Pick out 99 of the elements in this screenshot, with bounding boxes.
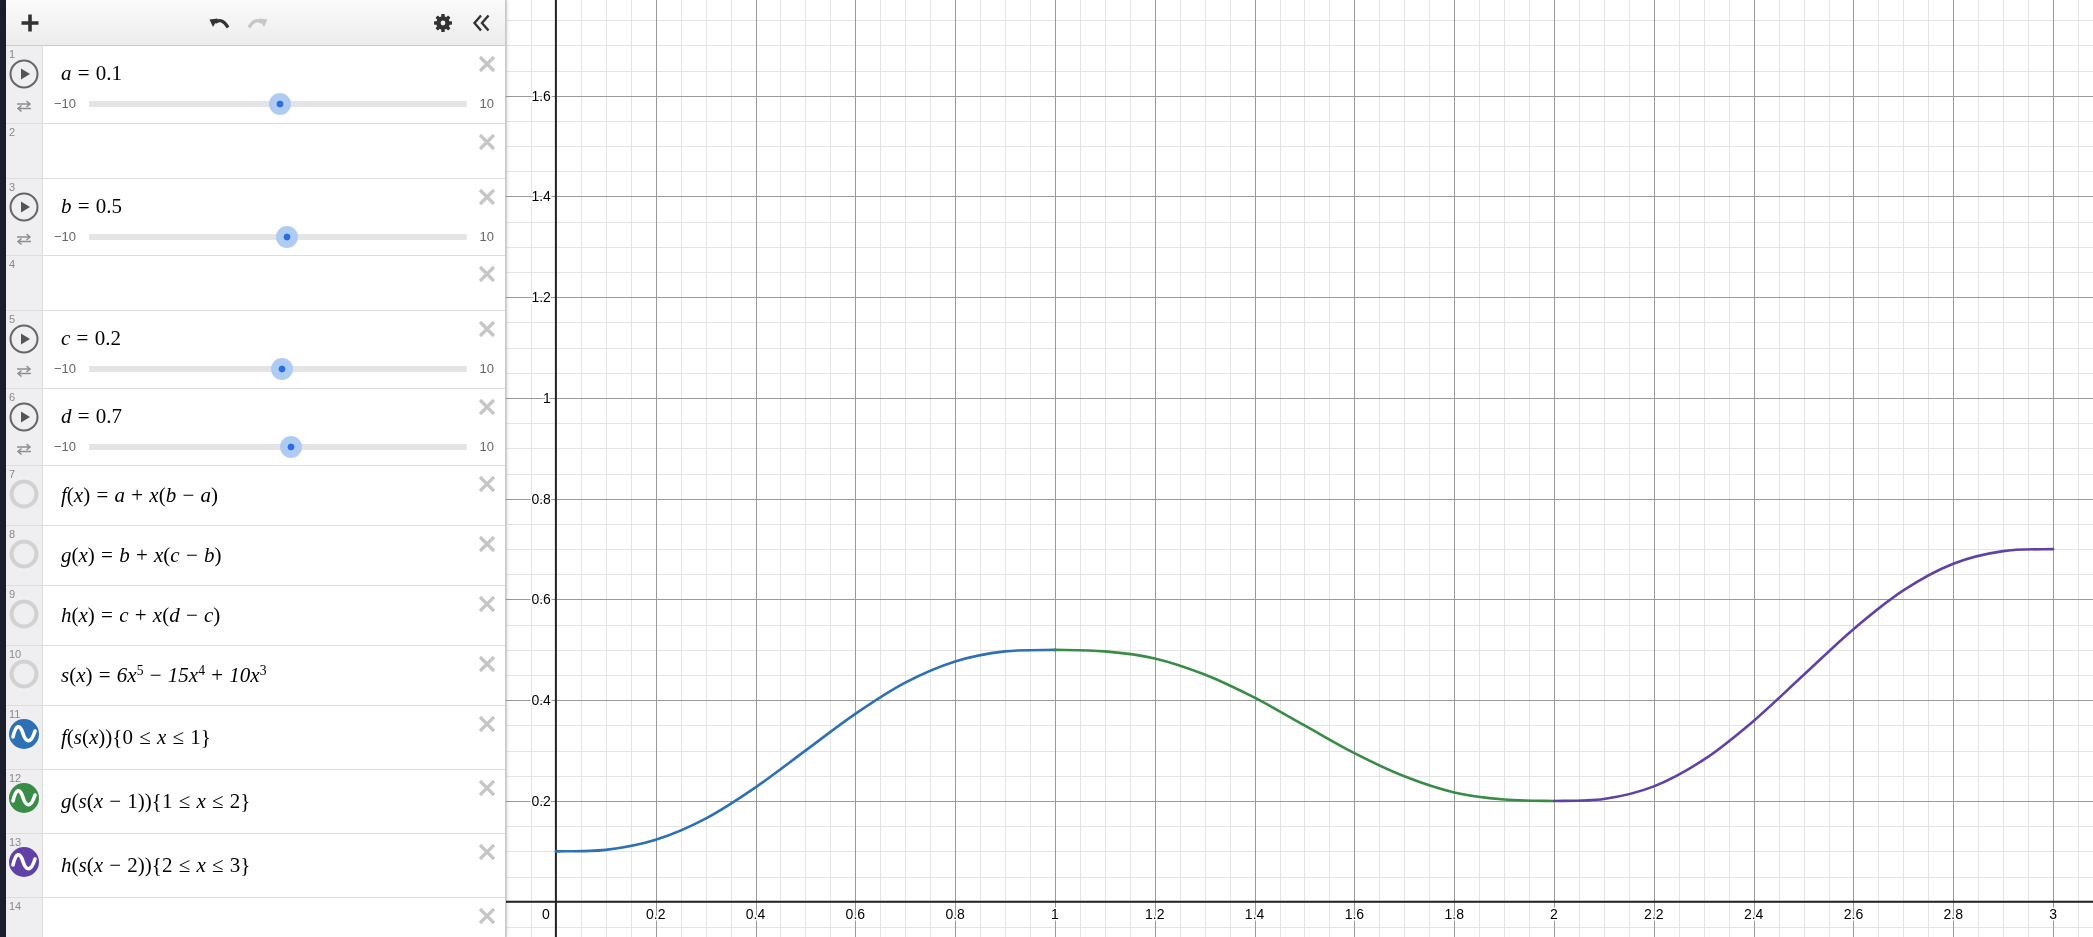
double-chevron-left-icon bbox=[472, 13, 490, 32]
slider-max-label: 10 bbox=[479, 228, 494, 245]
x-tick-label: 1 bbox=[1051, 905, 1059, 922]
wave-icon[interactable] bbox=[9, 719, 39, 749]
row-number: 7 bbox=[8, 467, 16, 480]
slider-min-label: −10 bbox=[54, 438, 77, 455]
x-tick-label: 2.4 bbox=[1743, 905, 1764, 922]
y-tick-label: 1.6 bbox=[531, 87, 551, 104]
x-tick-label: 1.4 bbox=[1244, 905, 1265, 922]
close-icon[interactable] bbox=[478, 265, 496, 283]
repeat-arrows-icon[interactable] bbox=[16, 365, 32, 377]
y-tick-label: 1.2 bbox=[531, 289, 551, 306]
slider-max-label: 10 bbox=[479, 361, 494, 377]
row-number: 1 bbox=[8, 47, 16, 60]
row-number: 14 bbox=[8, 899, 22, 912]
expression-input[interactable]: h(s(x − 2)){2 ≤ x ≤ 3} bbox=[61, 852, 251, 878]
settings-button[interactable] bbox=[434, 13, 452, 32]
slider-min-label: −10 bbox=[54, 96, 77, 112]
row-number: 3 bbox=[8, 179, 16, 193]
close-icon[interactable] bbox=[478, 843, 496, 861]
origin-label: 0 bbox=[542, 905, 550, 922]
row-number: 13 bbox=[8, 835, 22, 848]
close-icon[interactable] bbox=[478, 320, 496, 338]
undo-arrow-icon bbox=[209, 16, 229, 29]
x-tick-label: 0.6 bbox=[845, 905, 866, 922]
repeat-arrows-icon[interactable] bbox=[16, 100, 32, 112]
wave-icon[interactable] bbox=[9, 783, 39, 813]
expression-input[interactable]: a = 0.1 bbox=[61, 60, 123, 86]
expression-input[interactable]: f(x) = a + x(b − a) bbox=[61, 482, 219, 508]
slider-thumb[interactable] bbox=[280, 435, 302, 458]
redo-arrow-icon bbox=[247, 16, 268, 29]
close-icon[interactable] bbox=[478, 397, 496, 416]
wave-icon[interactable] bbox=[9, 847, 39, 877]
x-tick-label: 0.2 bbox=[646, 905, 666, 922]
play-icon[interactable] bbox=[9, 401, 39, 432]
row-number: 6 bbox=[8, 389, 16, 403]
play-icon[interactable] bbox=[9, 191, 39, 222]
close-icon[interactable] bbox=[478, 779, 496, 797]
repeat-arrows-icon[interactable] bbox=[16, 232, 32, 245]
close-icon[interactable] bbox=[478, 475, 496, 493]
x-tick-label: 3 bbox=[2049, 905, 2057, 922]
x-tick-label: 2.2 bbox=[1644, 905, 1664, 922]
expression-input[interactable]: g(x) = b + x(c − b) bbox=[61, 542, 222, 568]
settings-icon bbox=[434, 13, 452, 32]
ring-icon[interactable] bbox=[9, 479, 39, 509]
row-number: 8 bbox=[8, 527, 16, 540]
x-tick-label: 1.8 bbox=[1444, 905, 1464, 922]
slider-min-label: −10 bbox=[54, 228, 77, 245]
play-icon[interactable] bbox=[9, 59, 39, 89]
close-icon[interactable] bbox=[478, 55, 496, 73]
y-tick-label: 0.8 bbox=[531, 490, 551, 507]
x-tick-label: 2.8 bbox=[1943, 905, 1963, 922]
slider-min-label: −10 bbox=[54, 361, 77, 377]
close-icon[interactable] bbox=[478, 655, 496, 673]
collapse-panel-button[interactable] bbox=[472, 13, 490, 32]
close-icon[interactable] bbox=[478, 907, 496, 925]
row-number: 9 bbox=[8, 587, 16, 600]
y-tick-label: 1.4 bbox=[531, 188, 551, 205]
row-number: 5 bbox=[8, 312, 16, 325]
close-icon[interactable] bbox=[478, 535, 496, 553]
y-tick-label: 0.2 bbox=[531, 793, 551, 809]
row-number: 2 bbox=[8, 124, 16, 138]
x-tick-label: 2.6 bbox=[1843, 905, 1864, 922]
expression-input[interactable]: b = 0.5 bbox=[61, 192, 123, 219]
play-icon[interactable] bbox=[9, 324, 39, 354]
x-tick-label: 2 bbox=[1550, 905, 1558, 922]
x-tick-label: 0.8 bbox=[945, 905, 965, 922]
slider-thumb[interactable] bbox=[270, 358, 293, 380]
x-tick-label: 1.2 bbox=[1145, 905, 1165, 922]
expression-input[interactable]: g(s(x − 1)){1 ≤ x ≤ 2} bbox=[61, 788, 251, 814]
ring-icon[interactable] bbox=[9, 539, 39, 569]
slider-max-label: 10 bbox=[479, 96, 494, 112]
ring-icon[interactable] bbox=[9, 659, 39, 689]
slider-thumb[interactable] bbox=[276, 225, 299, 248]
ring-icon[interactable] bbox=[9, 599, 39, 629]
slider-thumb[interactable] bbox=[268, 93, 291, 115]
repeat-arrows-icon[interactable] bbox=[16, 442, 32, 455]
expression-input[interactable]: h(x) = c + x(d − c) bbox=[61, 602, 221, 628]
row-number: 10 bbox=[8, 647, 22, 660]
plus-icon bbox=[21, 13, 39, 32]
expression-input[interactable]: d = 0.7 bbox=[61, 402, 123, 429]
x-tick-label: 1.6 bbox=[1344, 905, 1365, 922]
close-icon[interactable] bbox=[478, 187, 496, 206]
y-tick-label: 1 bbox=[543, 389, 551, 406]
row-number: 11 bbox=[8, 707, 21, 720]
x-tick-label: 0.4 bbox=[745, 905, 766, 922]
close-icon[interactable] bbox=[478, 132, 496, 151]
add-button[interactable] bbox=[21, 13, 39, 32]
expression-input[interactable]: c = 0.2 bbox=[61, 325, 121, 351]
undo-button[interactable] bbox=[209, 16, 229, 29]
expression-input[interactable]: f(s(x)){0 ≤ x ≤ 1} bbox=[61, 724, 211, 750]
y-tick-label: 0.4 bbox=[531, 692, 551, 709]
slider-max-label: 10 bbox=[479, 438, 494, 455]
row-number: 4 bbox=[8, 257, 16, 270]
close-icon[interactable] bbox=[478, 715, 496, 733]
y-tick-label: 0.6 bbox=[531, 591, 551, 608]
close-icon[interactable] bbox=[478, 595, 496, 613]
row-number: 12 bbox=[8, 771, 22, 784]
expression-input[interactable]: s(x) = 6x$^{5}$ − 15x$^{4}$ + 10x$^{3}$ bbox=[61, 662, 267, 688]
